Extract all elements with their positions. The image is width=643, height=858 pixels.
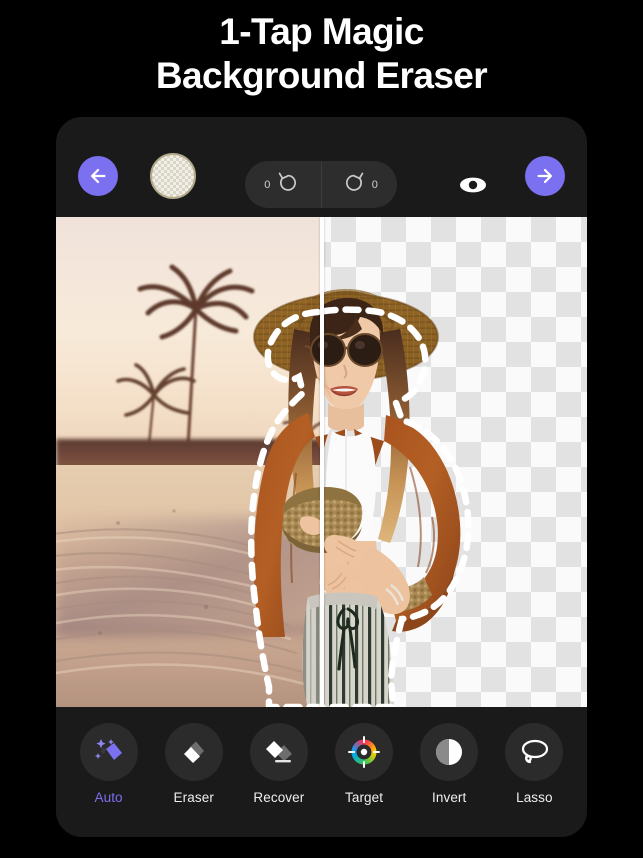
tool-auto[interactable]: Auto	[70, 723, 148, 805]
invert-icon	[420, 723, 479, 781]
tool-label: Auto	[94, 790, 123, 805]
tool-label: Target	[344, 790, 384, 805]
striped-pants	[302, 592, 394, 707]
redo-button[interactable]: 0	[322, 161, 398, 208]
tool-label: Invert	[432, 790, 467, 805]
redo-count: 0	[371, 178, 378, 191]
screenshot-root: 1-Tap Magic Background Eraser 0 0 Auto E…	[0, 0, 643, 858]
tool-target[interactable]: Target	[325, 723, 403, 805]
preview-toggle-button[interactable]	[456, 172, 490, 202]
app-frame: 0 0 Auto Eraser Recover Target Invert La…	[56, 117, 587, 837]
redo-icon	[341, 170, 367, 199]
arrow-right-icon	[534, 165, 556, 187]
transparency-swatch-button[interactable]	[150, 153, 196, 199]
editor-canvas[interactable]	[56, 217, 587, 707]
tool-eraser[interactable]: Eraser	[155, 723, 233, 805]
eraser-icon	[164, 723, 223, 781]
tool-label: Recover	[253, 790, 305, 805]
tool-bar: Auto Eraser Recover Target Invert Lasso	[56, 707, 587, 837]
tool-lasso[interactable]: Lasso	[495, 723, 573, 805]
tool-recover[interactable]: Recover	[240, 723, 318, 805]
undo-count: 0	[264, 178, 271, 191]
undo-button[interactable]: 0	[245, 161, 321, 208]
color-wheel-icon	[335, 723, 394, 781]
history-controls: 0 0	[245, 161, 397, 208]
before-after-slider[interactable]	[320, 217, 324, 707]
tool-label: Lasso	[516, 790, 553, 805]
top-toolbar: 0 0	[56, 117, 587, 217]
lasso-icon	[505, 723, 564, 781]
magic-eraser-icon	[79, 723, 138, 781]
headline-line-1: 1-Tap Magic	[219, 11, 424, 52]
back-button[interactable]	[78, 156, 118, 196]
eye-icon	[456, 174, 490, 201]
undo-icon	[275, 170, 301, 199]
tool-label: Eraser	[173, 790, 214, 805]
arrow-left-icon	[87, 165, 109, 187]
page-title: 1-Tap Magic Background Eraser	[0, 10, 643, 97]
recover-icon	[249, 723, 308, 781]
forward-button[interactable]	[525, 156, 565, 196]
tool-invert[interactable]: Invert	[410, 723, 488, 805]
headline-line-2: Background Eraser	[155, 54, 488, 96]
